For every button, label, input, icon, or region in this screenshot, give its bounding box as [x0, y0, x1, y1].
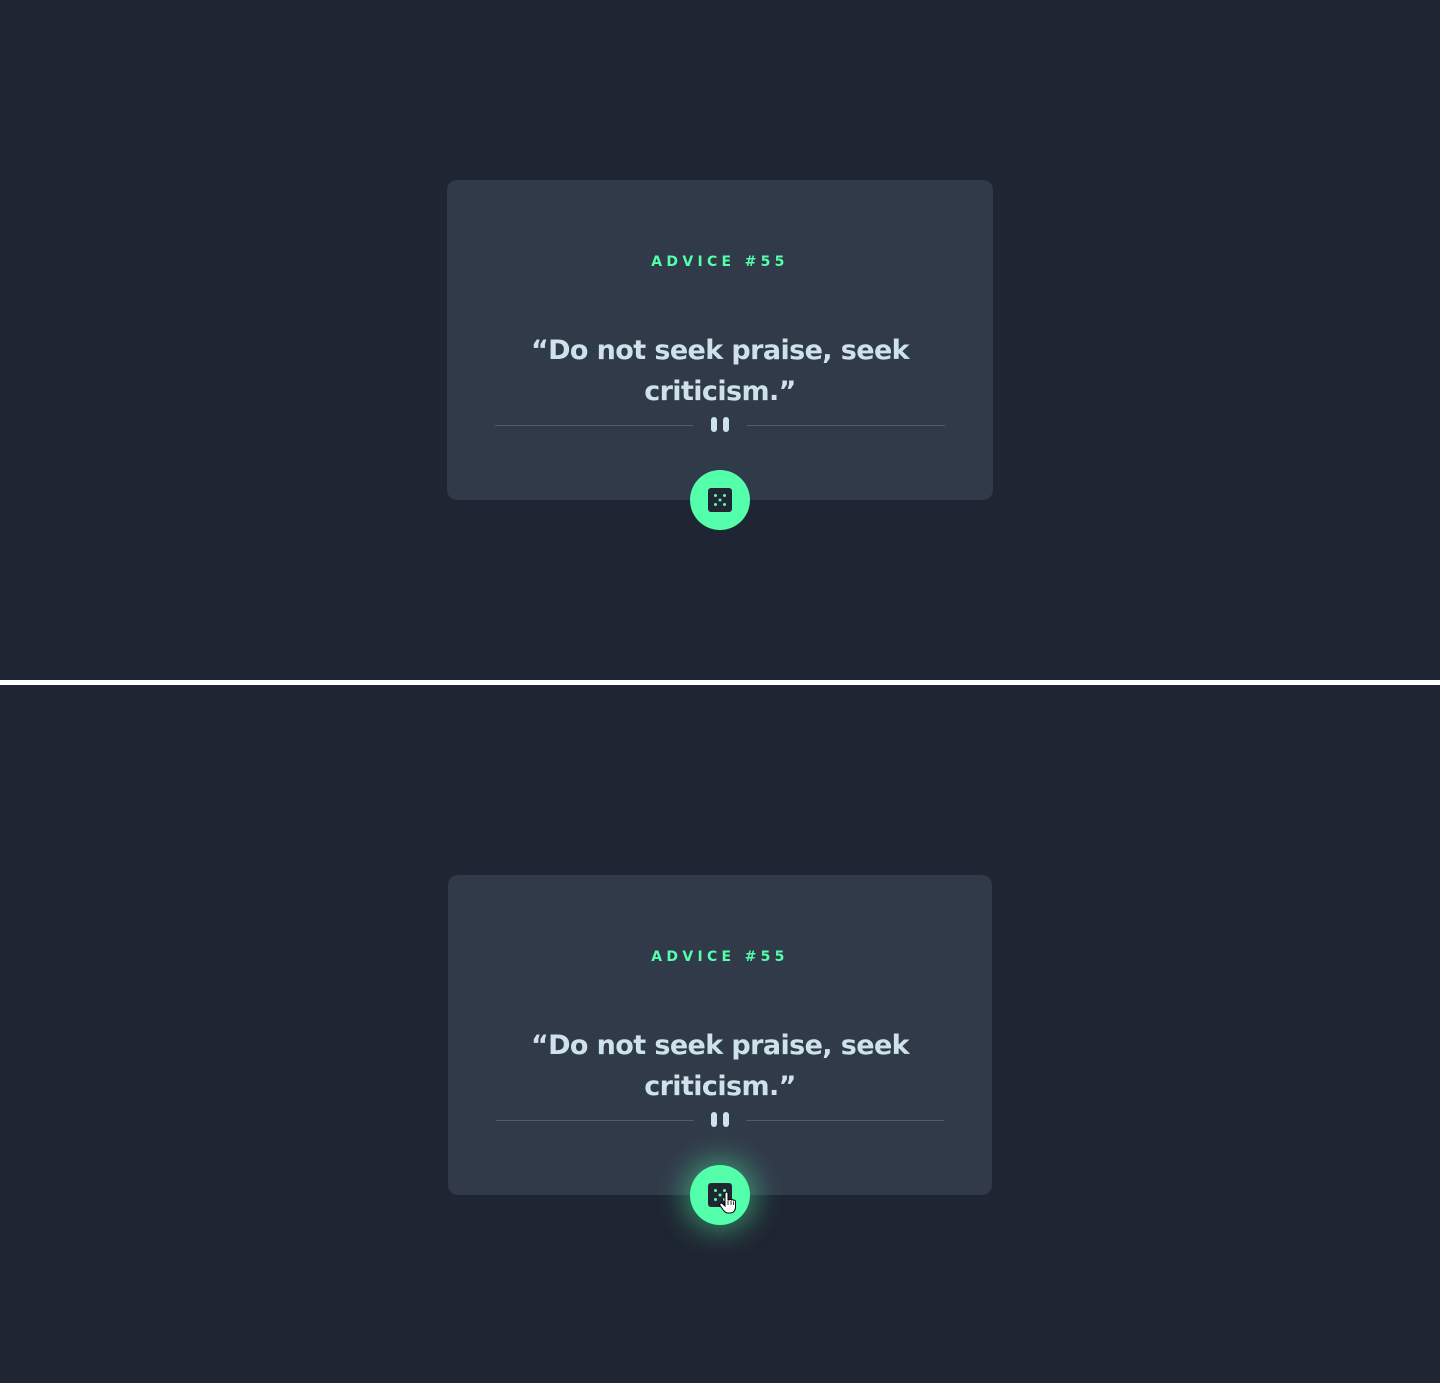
advice-quote: “Do not seek praise, seek criticism.” — [530, 1030, 910, 1102]
new-advice-button[interactable] — [690, 1165, 750, 1225]
divider-line-right — [747, 425, 945, 426]
pause-icon — [710, 1111, 730, 1129]
pattern-divider — [495, 416, 945, 434]
advice-card: ADVICE #55 “Do not seek praise, seek cri… — [447, 180, 993, 530]
dice-icon — [708, 488, 732, 512]
advice-card: ADVICE #55 “Do not seek praise, seek cri… — [448, 875, 992, 1225]
divider-line-left — [495, 425, 693, 426]
advice-quote: “Do not seek praise, seek criticism.” — [530, 335, 910, 407]
dice-icon — [708, 1183, 732, 1207]
advice-id: ADVICE #55 — [651, 949, 789, 966]
advice-id: ADVICE #55 — [651, 254, 789, 271]
pause-icon — [710, 416, 730, 434]
advice-panel-default: ADVICE #55 “Do not seek praise, seek cri… — [0, 0, 1440, 680]
pattern-divider — [496, 1111, 944, 1129]
new-advice-button[interactable] — [690, 470, 750, 530]
divider-line-right — [746, 1120, 944, 1121]
divider-line-left — [496, 1120, 694, 1121]
advice-panel-hover: ADVICE #55 “Do not seek praise, seek cri… — [0, 685, 1440, 1383]
